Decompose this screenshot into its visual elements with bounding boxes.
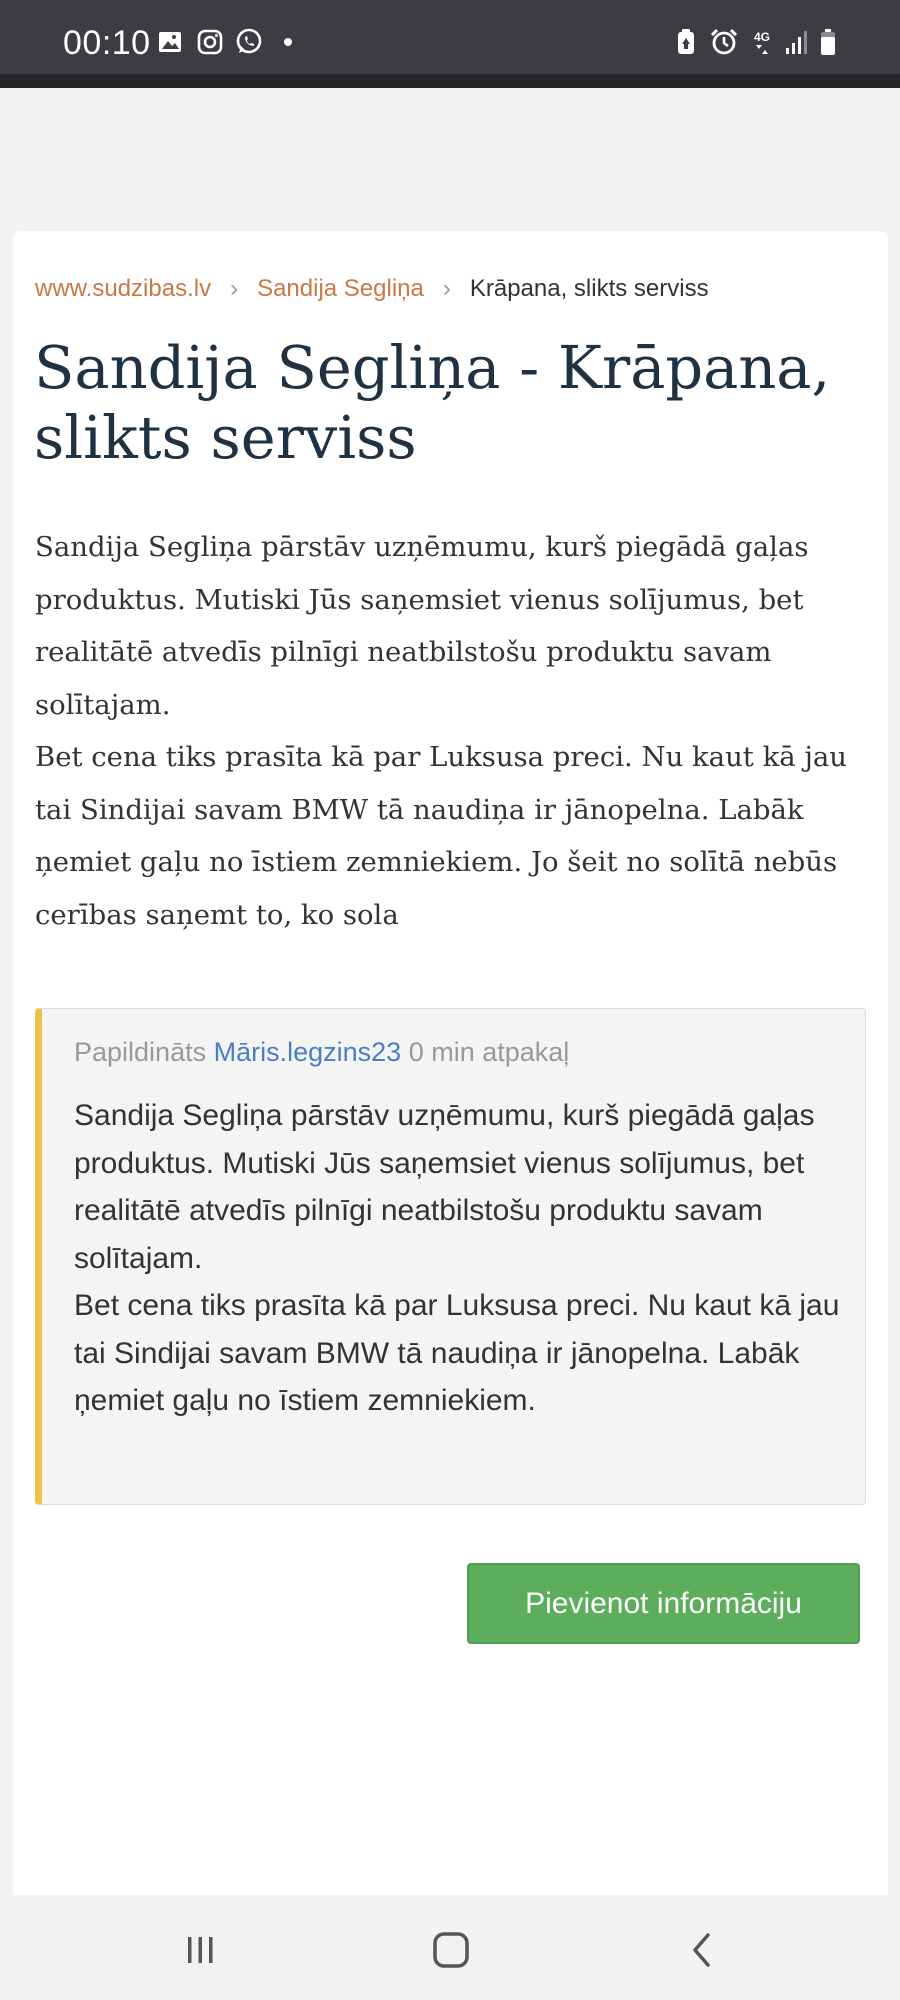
update-prefix: Papildināts [74,1037,207,1067]
status-bar-shadow [0,74,900,88]
network-label: 4G [754,30,770,44]
network-4g-icon: 4G [746,26,778,58]
update-author-link[interactable]: Māris.legzins23 [214,1037,402,1067]
update-box: Papildināts Māris.legzins23 0 min atpaka… [35,1008,866,1505]
instagram-icon [194,26,226,58]
recent-apps-button[interactable] [170,1925,230,1975]
complaint-paragraph: Bet cena tiks prasīta kā par Luksusa pre… [35,741,848,931]
breadcrumb-company-link[interactable]: Sandija Segliņa [257,275,424,302]
update-paragraph: Bet cena tiks prasīta kā par Luksusa pre… [74,1289,840,1417]
breadcrumb: www.sudzibas.lv › Sandija Segliņa › Krāpana,… [35,275,709,303]
status-time: 00:10 [63,24,151,62]
recent-apps-icon [188,1937,213,1963]
back-button[interactable] [673,1925,733,1975]
back-icon [693,1933,710,1967]
image-icon [154,26,186,58]
alarm-icon [708,26,740,58]
complaint-body: Sandija Segliņa pārstāv uzņēmumu, kurš p… [35,521,880,941]
breadcrumb-current: Krāpana, slikts serviss [469,275,709,302]
content-card: www.sudzibas.lv › Sandija Segliņa › Krāpana,… [13,231,888,1900]
home-button[interactable] [421,1925,481,1975]
update-time-ago: 0 min atpakaļ [408,1037,570,1067]
breadcrumb-home-link[interactable]: www.sudzibas.lv [35,275,211,302]
update-text: Sandija Segliņa pārstāv uzņēmumu, kurš p… [74,1092,854,1425]
signal-icon [780,26,812,58]
status-bar: 00:10 4G [0,0,900,88]
add-info-button[interactable]: Pievienot informāciju [467,1563,860,1644]
breadcrumb-separator: › [230,275,239,302]
update-paragraph: Sandija Segliņa pārstāv uzņēmumu, kurš p… [74,1099,815,1275]
page-title: Sandija Segliņa - Krāpana, slikts servis… [34,333,831,472]
complaint-paragraph: Sandija Segliņa pārstāv uzņēmumu, kurš p… [35,531,809,721]
whatsapp-icon [233,26,265,58]
battery-saver-icon [670,26,702,58]
update-meta: Papildināts Māris.legzins23 0 min atpaka… [74,1037,569,1068]
battery-icon [812,26,844,58]
navigation-bar [0,1895,900,2000]
home-icon [433,1932,469,1968]
breadcrumb-separator: › [442,275,451,302]
dot-icon [272,26,304,58]
